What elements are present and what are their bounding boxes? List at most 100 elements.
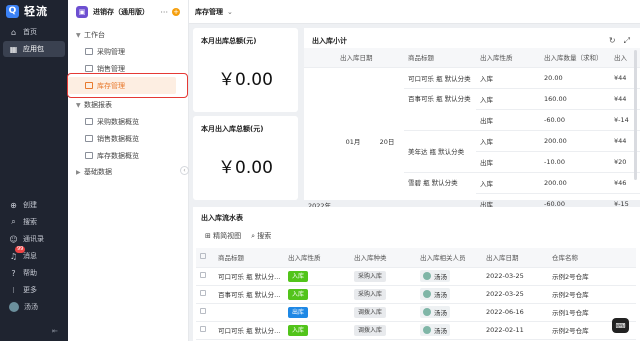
card-monthly-in: 本月出入库总额(元) ￥0.00	[193, 116, 298, 200]
refresh-icon[interactable]: ↻	[609, 36, 616, 46]
pivot-kind: 入库	[476, 88, 540, 110]
pivot-table: 出入库日期 商品标题 出入库性质 出入库数量（求和） 出入 2022年 01月 …	[304, 48, 640, 215]
rail-item-search[interactable]: ⌕ 搜索	[3, 214, 65, 230]
nav-group-basic-data[interactable]: ▶ 基础数据	[68, 164, 188, 180]
user-name: 汤汤	[24, 303, 38, 311]
flow-header[interactable]: 出入库相关人员	[416, 248, 482, 268]
rail-item-help[interactable]: ? 帮助	[3, 265, 65, 281]
pivot-toolbar: ↻ ⤢	[609, 36, 630, 46]
more-icon: ⁝	[12, 285, 15, 295]
table-row[interactable]: 出库 调拨入库 汤汤 2022-06-16 示例1号仓库	[196, 303, 636, 322]
flow-header[interactable]: 仓库名称	[548, 248, 636, 268]
report-icon	[85, 135, 93, 142]
nav-item-purchase-report[interactable]: 采购数据概览	[68, 113, 176, 130]
pivot-product: 可口可乐 瓶 默认分类	[404, 67, 476, 89]
rail-item-home[interactable]: ⌂ 首页	[3, 24, 65, 40]
checkbox[interactable]	[200, 272, 206, 278]
rail-label: 更多	[23, 286, 37, 294]
rail-item-user[interactable]: 汤汤	[3, 299, 65, 315]
flow-header[interactable]: 商品标题	[214, 248, 284, 268]
app-icon: ▣	[76, 6, 88, 18]
rail-item-contacts[interactable]: ☺ 通讯录	[3, 231, 65, 247]
nav-item-purchase[interactable]: 采购管理	[68, 43, 176, 60]
row-select[interactable]	[196, 321, 214, 340]
pivot-qty: -60.00	[540, 109, 610, 131]
checkbox[interactable]	[200, 326, 206, 332]
cell-product: 可口可乐 瓶 默认分...	[214, 267, 284, 286]
rail-item-apps[interactable]: ▦ 应用包	[3, 41, 65, 57]
pivot-kind: 出库	[476, 151, 540, 173]
cell-product	[214, 303, 284, 322]
cell-kind: 入库	[284, 321, 350, 340]
flow-table: 商品标题 出入库性质 出入库种类 出入库相关人员 出入库日期 仓库名称 可口可乐…	[196, 248, 636, 340]
nav-header: ▣ 进销存（通用版） ··· +	[68, 0, 188, 24]
checkbox[interactable]	[200, 253, 206, 260]
grid-icon: ▦	[9, 44, 18, 54]
pivot-qty: 200.00	[540, 172, 610, 194]
nav-item-label: 销售数据概览	[97, 134, 139, 143]
card-title: 本月出库总额(元)	[201, 37, 257, 45]
logo-icon: Q	[6, 4, 19, 18]
row-select[interactable]	[196, 267, 214, 286]
nav-item-sales-report[interactable]: 销售数据概览	[68, 130, 176, 147]
cell-date: 2022-03-25	[482, 285, 548, 304]
checkbox[interactable]	[200, 308, 206, 314]
view-toggle[interactable]: ⊞ 精简视图	[205, 231, 241, 241]
cell-person: 汤汤	[416, 267, 482, 286]
pivot-scrollbar[interactable]	[634, 50, 637, 180]
app-logo[interactable]: Q 轻流	[0, 0, 68, 22]
flow-header[interactable]: 出入库性质	[284, 248, 350, 268]
nav-group-workbench[interactable]: ▼ 工作台	[68, 27, 188, 43]
flow-title: 出入库流水表	[201, 214, 243, 222]
rail-item-more[interactable]: ⁝ 更多	[3, 282, 65, 298]
rail-label: 应用包	[23, 45, 44, 53]
table-row[interactable]: 可口可乐 瓶 默认分... 入库 采购入库 汤汤 2022-03-25 示例2号…	[196, 267, 636, 286]
nav-item-label: 销售管理	[97, 64, 125, 73]
person-name: 汤汤	[434, 309, 447, 317]
nav-item-inventory-report[interactable]: 库存数据概览	[68, 147, 176, 164]
cell-date: 2022-03-25	[482, 267, 548, 286]
grid-view-icon: ⊞	[205, 232, 211, 240]
chat-icon[interactable]: ⌨	[612, 318, 629, 333]
row-select[interactable]	[196, 303, 214, 322]
avatar	[423, 308, 431, 316]
pivot-header-row: 出入库日期 商品标题 出入库性质 出入库数量（求和） 出入	[304, 48, 640, 68]
flow-header[interactable]: 出入库日期	[482, 248, 548, 268]
flow-header-row: 商品标题 出入库性质 出入库种类 出入库相关人员 出入库日期 仓库名称	[196, 248, 636, 268]
pivot-row: 2022年 01月 20日 可口可乐 瓶 默认分类 入库 20.00 ¥44	[304, 67, 640, 215]
type-tag: 采购入库	[354, 288, 387, 300]
pivot-header: 出入库日期	[336, 48, 404, 68]
table-row[interactable]: 可口可乐 瓶 默认分... 入库 调拨入库 汤汤 2022-02-11 示例2号…	[196, 321, 636, 340]
nav-item-label: 库存数据概览	[97, 151, 139, 160]
expand-icon[interactable]: ⤢	[624, 36, 630, 46]
card-value: ￥0.00	[218, 70, 273, 90]
checkbox[interactable]	[200, 290, 206, 296]
plus-icon: ⊕	[10, 200, 17, 210]
more-options-icon[interactable]: ···	[160, 8, 168, 17]
avatar	[423, 290, 431, 298]
pivot-qty: 20.00	[540, 67, 610, 89]
chevron-down-icon[interactable]: ⌄	[227, 8, 233, 16]
view-label: 精简视图	[213, 232, 242, 240]
collapse-rail-icon[interactable]: ⇤	[52, 327, 58, 335]
flow-header[interactable]: 出入库种类	[350, 248, 416, 268]
select-all[interactable]	[196, 248, 214, 268]
row-select[interactable]	[196, 285, 214, 304]
group-label: 工作台	[84, 31, 105, 39]
add-icon[interactable]: +	[172, 8, 180, 16]
caret-right-icon: ▶	[76, 168, 81, 176]
rail-label: 搜索	[23, 218, 37, 226]
cell-type: 调拨入库	[350, 321, 416, 340]
pivot-kind: 入库	[476, 67, 540, 89]
pivot-qty: -10.00	[540, 151, 610, 173]
table-row[interactable]: 百事可乐 瓶 默认分... 入库 采购入库 汤汤 2022-03-25 示例2号…	[196, 285, 636, 304]
collapse-nav-icon[interactable]: ‹	[180, 166, 189, 175]
message-badge: 99	[15, 246, 26, 253]
nav-group-reports[interactable]: ▼ 数据报表	[68, 97, 188, 113]
page-title: 库存管理	[195, 7, 223, 16]
pivot-kind: 入库	[476, 130, 540, 152]
rail-item-messages[interactable]: ♫ 99 消息	[3, 246, 65, 264]
rail-item-create[interactable]: ⊕ 创建	[3, 197, 65, 213]
search-toggle[interactable]: ⌕ 搜索	[251, 231, 271, 241]
cell-kind: 出库	[284, 303, 350, 322]
